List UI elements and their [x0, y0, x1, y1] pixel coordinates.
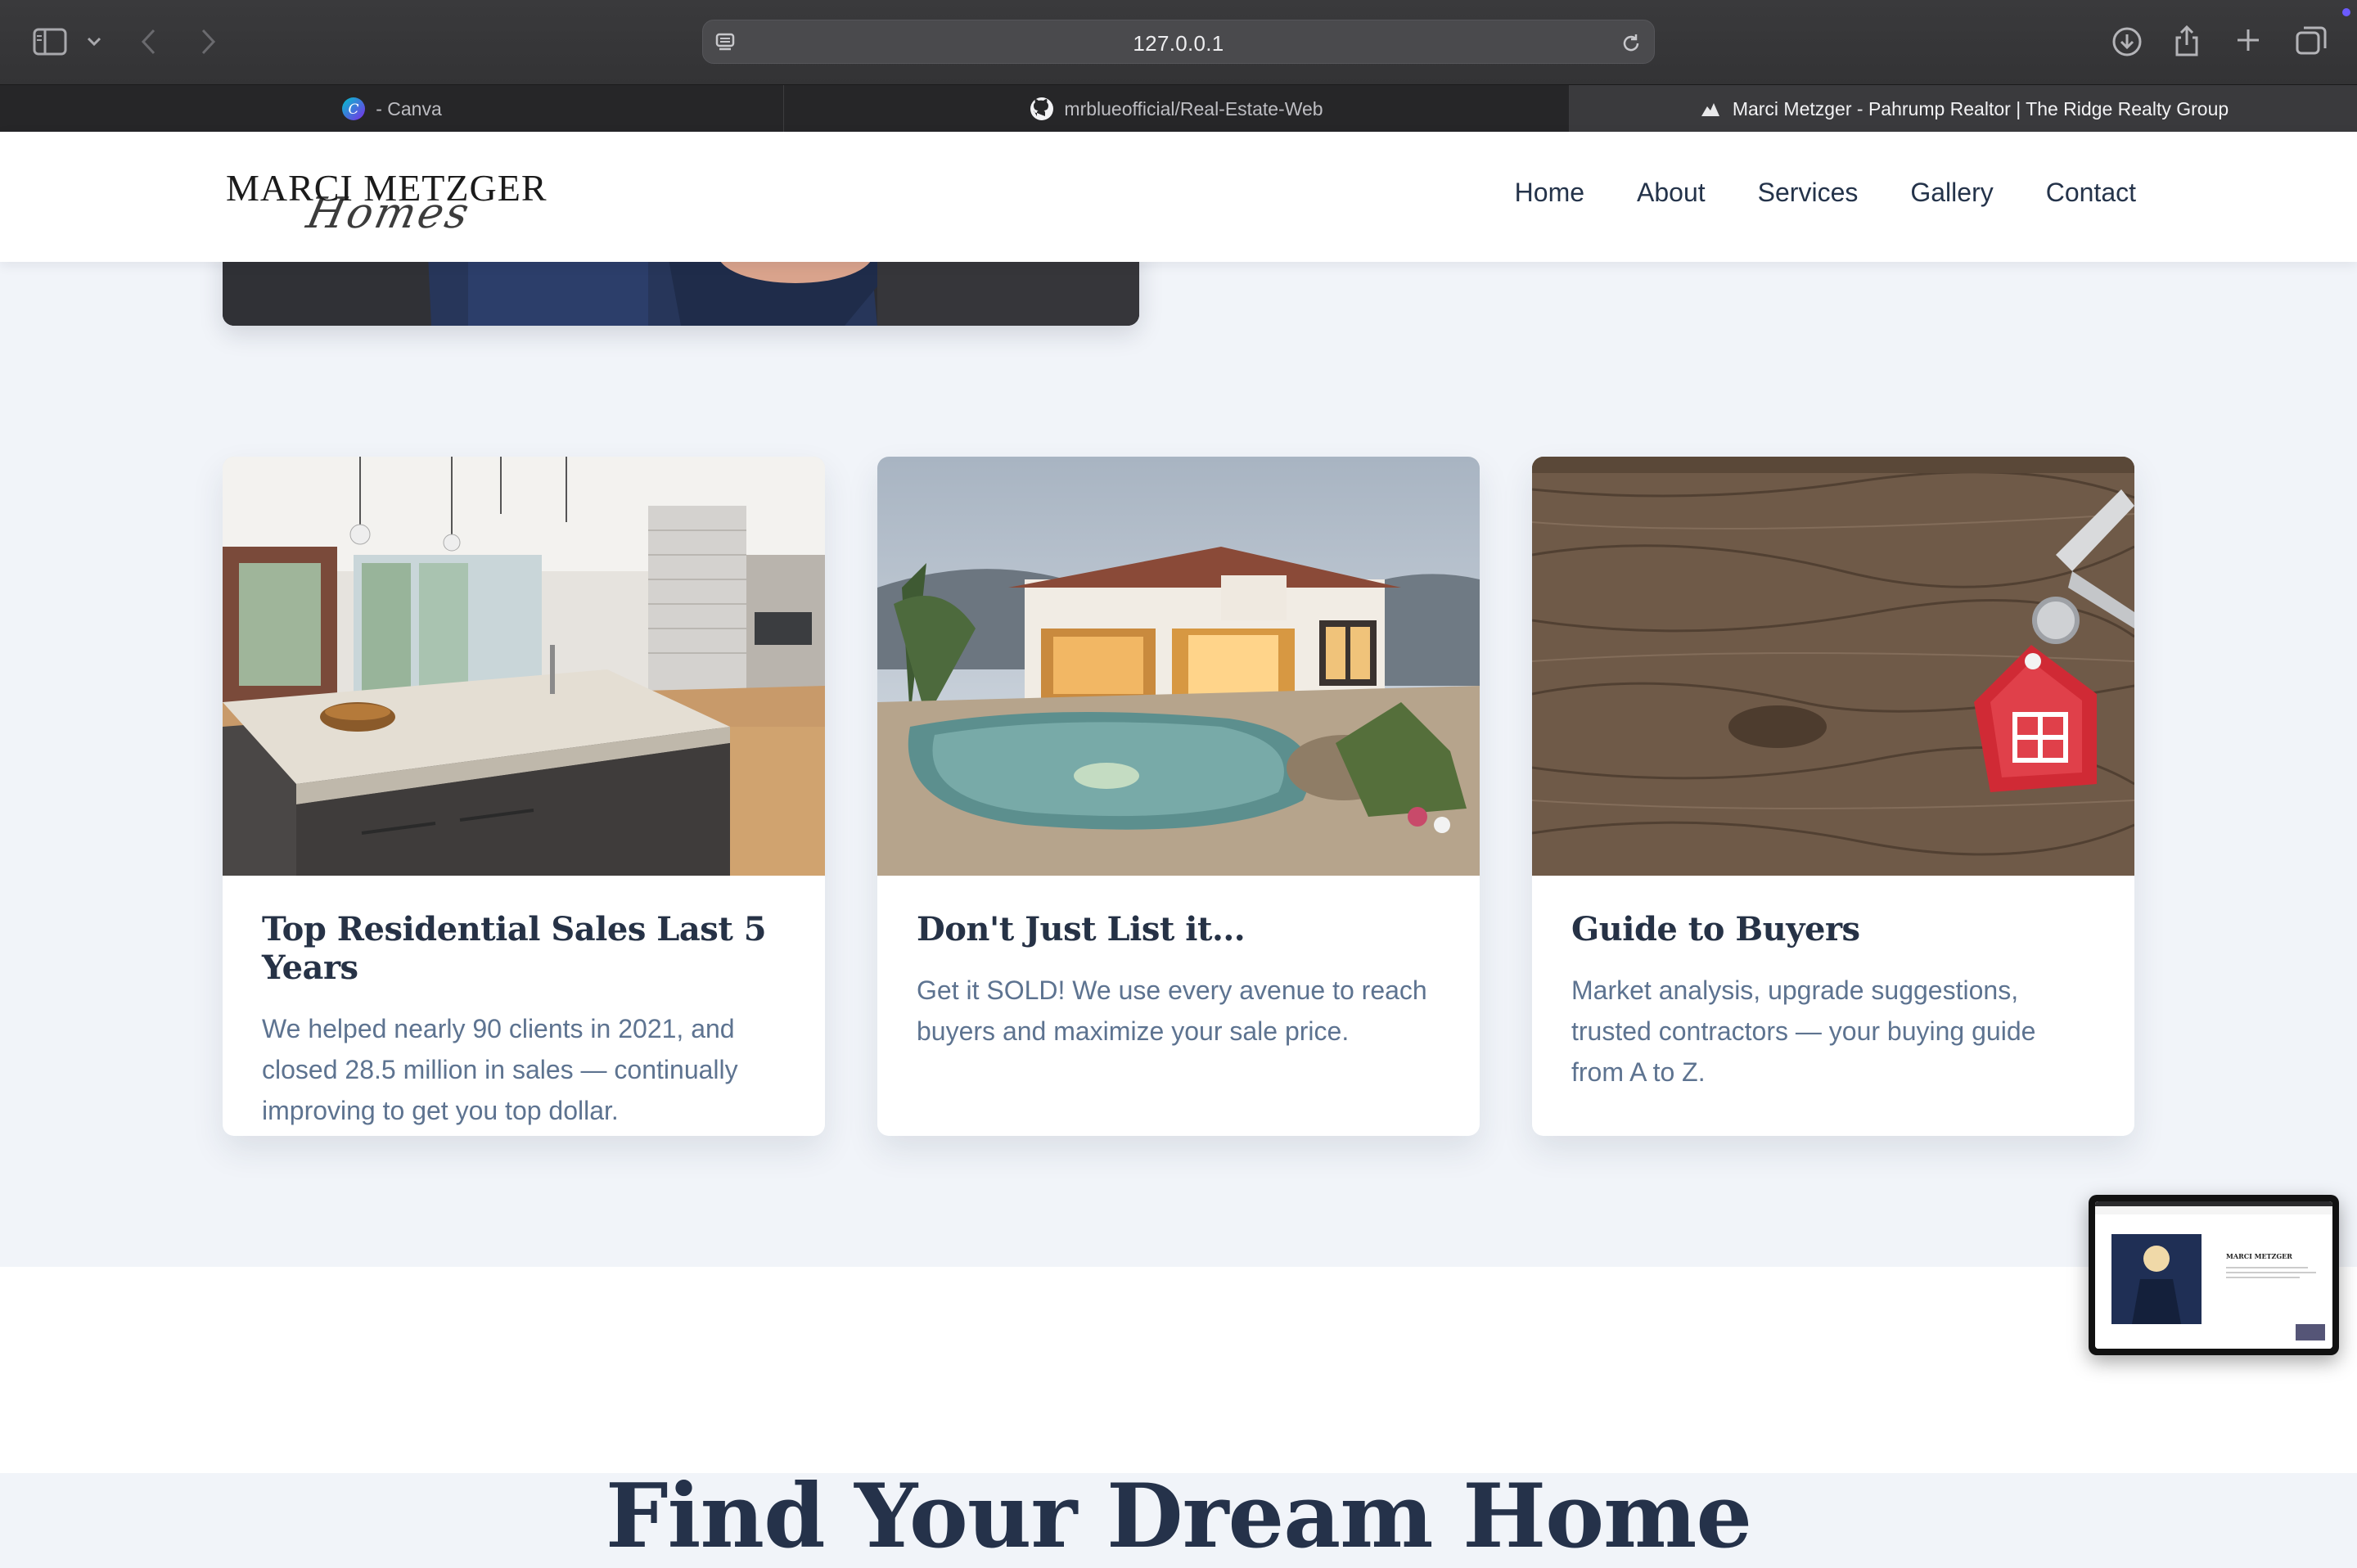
notification-dot: [2342, 8, 2350, 16]
tab-canva[interactable]: C - Canva: [0, 85, 784, 133]
card-description: Get it SOLD! We use every avenue to reac…: [917, 975, 1427, 1046]
pip-content: MARCI METZGER: [2095, 1201, 2332, 1349]
kitchen-photo: [223, 457, 825, 876]
picture-in-picture-preview[interactable]: MARCI METZGER: [2089, 1195, 2339, 1355]
tab-overview-icon[interactable]: [2295, 25, 2328, 56]
feature-card-listing[interactable]: Don't Just List it... Get it SOLD! We us…: [877, 457, 1480, 1136]
site-favicon-icon: [1698, 97, 1723, 121]
back-icon[interactable]: [139, 28, 159, 56]
share-icon[interactable]: [2174, 25, 2200, 57]
new-tab-icon[interactable]: [2234, 26, 2262, 54]
reload-icon[interactable]: [1620, 32, 1643, 55]
nav-gallery[interactable]: Gallery: [1910, 178, 1993, 208]
card-title: Don't Just List it...: [917, 910, 1246, 948]
url-text[interactable]: 127.0.0.1: [703, 31, 1654, 56]
pip-page-thumbnail: [2095, 1201, 2332, 1349]
github-icon: [1030, 97, 1054, 121]
forward-icon[interactable]: [198, 28, 218, 56]
tab-label: - Canva: [376, 97, 442, 119]
listings-section: [0, 1267, 2357, 1473]
tab-bar: C - Canva mrblueofficial/Real-Estate-Web…: [0, 84, 2357, 133]
tab-label: mrblueofficial/Real-Estate-Web: [1064, 97, 1323, 119]
card-description: Market analysis, upgrade suggestions, tr…: [1571, 975, 2036, 1087]
browser-toolbar: 127.0.0.1: [0, 0, 2357, 84]
feature-card-buyers-guide[interactable]: Guide to Buyers Market analysis, upgrade…: [1532, 457, 2134, 1136]
section-title: Find Your Dream Home: [605, 1464, 1752, 1568]
card-description: We helped nearly 90 clients in 2021, and…: [262, 1014, 738, 1125]
canva-icon: C: [341, 97, 366, 121]
site-logo[interactable]: MARCI METZGER Homes: [226, 166, 561, 238]
pip-heading: MARCI METZGER: [2226, 1252, 2292, 1260]
address-bar[interactable]: 127.0.0.1: [702, 20, 1655, 64]
tab-marci-metzger[interactable]: Marci Metzger - Pahrump Realtor | The Ri…: [1570, 85, 2357, 133]
svg-text:C: C: [349, 101, 359, 118]
site-header: MARCI METZGER Homes Home About Services …: [0, 132, 2357, 262]
download-icon[interactable]: [2111, 26, 2143, 57]
card-title: Top Residential Sales Last 5 Years: [262, 910, 767, 987]
nav-home[interactable]: Home: [1515, 178, 1584, 208]
nav-services[interactable]: Services: [1758, 178, 1859, 208]
tab-label: Marci Metzger - Pahrump Realtor | The Ri…: [1732, 97, 2229, 119]
nav-about[interactable]: About: [1637, 178, 1706, 208]
chevron-down-icon[interactable]: [87, 36, 101, 47]
card-title: Guide to Buyers: [1571, 910, 1860, 948]
feature-card-sales[interactable]: Top Residential Sales Last 5 Years We he…: [223, 457, 825, 1136]
pool-house-photo: [877, 457, 1480, 876]
house-key-photo: [1532, 457, 2134, 876]
logo-script: Homes: [302, 189, 475, 238]
nav-contact[interactable]: Contact: [2046, 178, 2136, 208]
main-nav: Home About Services Gallery Contact: [1515, 178, 2136, 208]
tab-github[interactable]: mrblueofficial/Real-Estate-Web: [784, 85, 1570, 133]
sidebar-icon[interactable]: [33, 28, 67, 56]
